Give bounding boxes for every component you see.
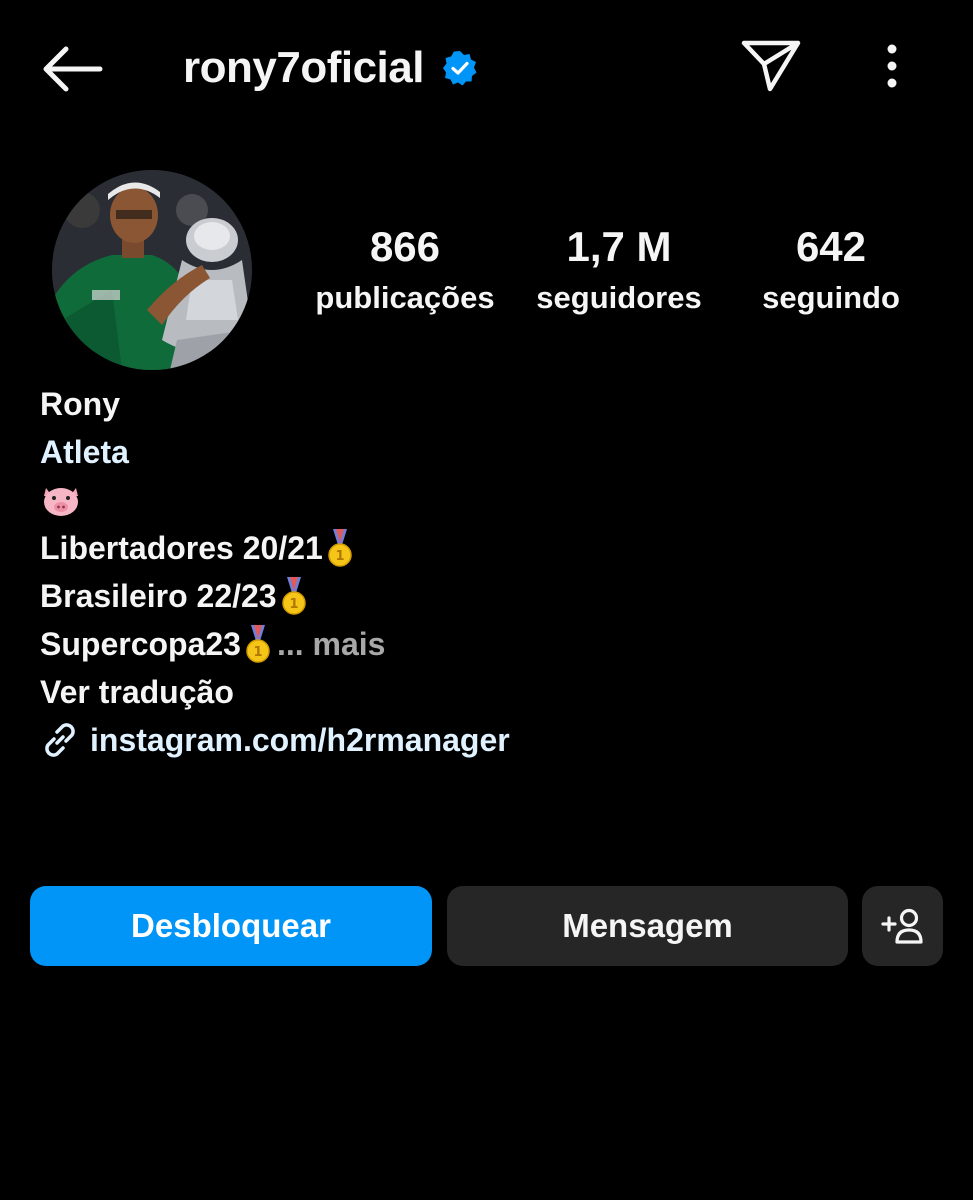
bio-line-libertadores: Libertadores 20/21 1 xyxy=(40,524,940,572)
stat-following-value: 642 xyxy=(795,223,867,270)
stat-followers-value: 1,7 M xyxy=(566,223,672,270)
stat-followers[interactable]: 1,7 M seguidores xyxy=(522,222,716,318)
medal-icon: 1 xyxy=(281,577,306,615)
verified-badge-icon xyxy=(442,51,477,86)
pig-face-icon xyxy=(44,488,78,516)
svg-text:1: 1 xyxy=(253,645,262,660)
profile-screen: rony7oficial 866 publicações 1,7 M segui… xyxy=(0,0,973,1200)
profile-category: Atleta xyxy=(40,434,129,470)
stat-followers-label: seguidores xyxy=(536,280,702,315)
avatar-photo xyxy=(52,170,252,370)
bio-link-text: instagram.com/h2rmanager xyxy=(90,722,510,758)
unblock-button[interactable]: Desbloquear xyxy=(30,886,432,966)
username: rony7oficial xyxy=(183,43,424,92)
bio-external-link[interactable]: instagram.com/h2rmanager xyxy=(40,716,940,764)
arrow-left-icon[interactable] xyxy=(38,44,104,94)
link-icon xyxy=(45,723,75,757)
bio-line-supercopa: Supercopa23 1 ... mais xyxy=(40,620,940,668)
profile-name: Rony xyxy=(40,386,120,422)
svg-text:1: 1 xyxy=(335,549,344,564)
add-person-button[interactable] xyxy=(862,886,943,966)
paper-plane-icon[interactable] xyxy=(740,38,802,94)
stat-following[interactable]: 642 seguindo xyxy=(745,222,917,318)
medal-icon: 1 xyxy=(246,625,270,663)
bio-line-text: Supercopa23 xyxy=(40,626,241,662)
stat-following-label: seguindo xyxy=(762,280,900,315)
username-header: rony7oficial xyxy=(183,38,478,98)
bio-emoji-line xyxy=(40,476,940,524)
top-bar: rony7oficial xyxy=(0,0,973,135)
bio-line-text: Libertadores 20/21 xyxy=(40,530,323,566)
bio-section: Rony Atleta Libertadores 20/21 1 Brasile… xyxy=(40,380,940,764)
stat-posts[interactable]: 866 publicações xyxy=(305,222,505,318)
stat-posts-label: publicações xyxy=(315,280,495,315)
bio-line-text: Brasileiro 22/23 xyxy=(40,578,277,614)
profile-avatar[interactable] xyxy=(52,170,252,370)
add-person-icon xyxy=(880,908,923,944)
bio-line-brasileiro: Brasileiro 22/23 1 xyxy=(40,572,940,620)
stat-posts-value: 866 xyxy=(369,223,441,270)
message-button[interactable]: Mensagem xyxy=(447,886,848,966)
translate-link[interactable]: Ver tradução xyxy=(40,668,940,716)
medal-icon: 1 xyxy=(328,529,352,567)
svg-text:1: 1 xyxy=(289,597,298,612)
more-vertical-icon[interactable] xyxy=(875,42,909,92)
bio-more-link[interactable]: ... mais xyxy=(277,620,386,668)
